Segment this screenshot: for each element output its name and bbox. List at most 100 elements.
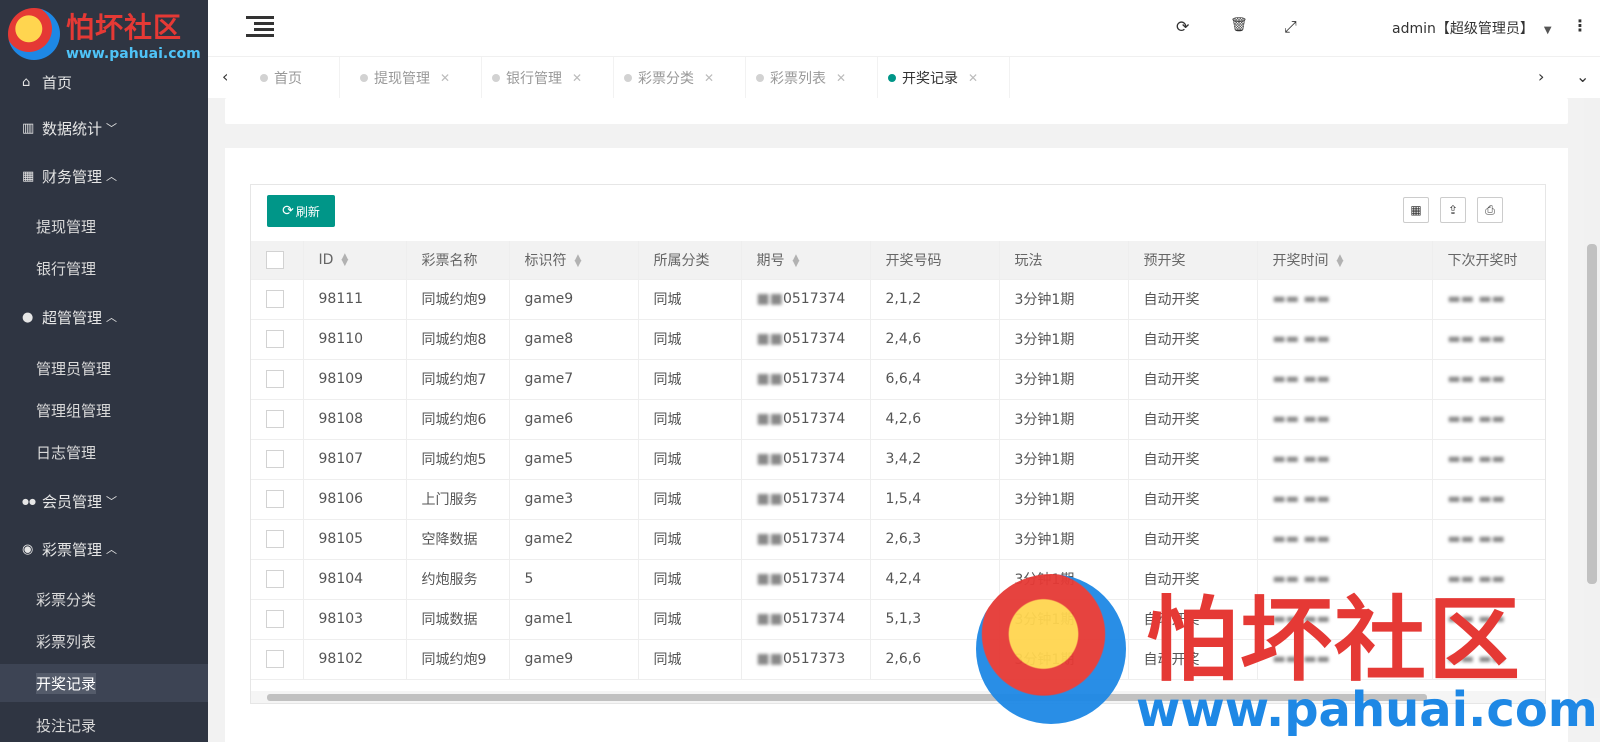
table-row[interactable]: 98106 上门服务 game3 同城 ■■0517374 1,5,4 3分钟1期 自动开奖 ▬… [251,479,1545,520]
close-icon[interactable]: ✕ [704,71,714,85]
column-header[interactable]: 开奖时间 ▲ ▼ [1257,241,1433,280]
sidebar-item-label: 管理组管理 [36,401,112,420]
close-icon[interactable]: ✕ [440,71,450,85]
sidebar-item-bet-records[interactable]: 投注记录 [0,706,208,742]
row-checkbox[interactable] [266,330,284,348]
sidebar-item-lottery[interactable]: ◉ 彩票管理 ︿ [0,529,208,569]
sidebar-item-label: 开奖记录 [36,672,97,694]
tab-lottery-list[interactable]: 彩票列表 ✕ [756,57,878,99]
table-cell: game2 [509,519,639,560]
table-cell: 自动开奖 [1128,279,1258,320]
tab-label: 彩票列表 [770,71,826,87]
sort-icon[interactable]: ▲ ▼ [793,253,800,268]
row-checkbox[interactable] [266,610,284,628]
sidebar-item-admin-groups[interactable]: 管理组管理 [0,391,208,429]
row-select-cell [251,319,304,360]
row-checkbox[interactable] [266,530,284,548]
sidebar-item-lottery-list[interactable]: 彩票列表 [0,622,208,660]
select-all-cell [251,241,304,280]
sidebar-item-withdraw[interactable]: 提现管理 [0,207,208,245]
fullscreen-icon[interactable]: ⤢ [1284,17,1297,37]
row-select-cell [251,599,304,640]
tab-draw-records[interactable]: 开奖记录 ✕ [888,57,1010,99]
table-row[interactable]: 98107 同城约炮5 game5 同城 ■■0517374 3,4,2 3分钟1期 自动开奖… [251,439,1545,480]
table-cell: 98103 [303,599,407,640]
tab-bank[interactable]: 银行管理 ✕ [492,57,614,99]
sort-icon[interactable]: ▲ ▼ [341,252,348,267]
table-row[interactable]: 98111 同城约炮9 game9 同城 ■■0517374 2,1,2 3分钟1期 自动开奖… [251,279,1545,320]
redacted-cell: ▬▬ ▬▬ [1257,479,1433,520]
sort-icon[interactable]: ▲ ▼ [575,253,582,268]
table-cell: 自动开奖 [1128,319,1258,360]
sidebar-item-finance[interactable]: ▦ 财务管理 ︿ [0,156,208,196]
export-icon[interactable]: ⇪ [1440,197,1466,223]
logo[interactable]: 怕坏社区 www.pahuai.com [0,0,208,70]
column-header[interactable]: 标识符 ▲ ▼ [509,241,639,280]
redacted-time: ▬▬ ▬▬ [1272,371,1330,387]
sidebar-item-logs[interactable]: 日志管理 [0,433,208,471]
watermark-url: www.pahuai.com [1136,682,1598,738]
print-icon[interactable]: ⎙ [1477,197,1503,223]
table-cell: 同城 [638,639,742,680]
table-row[interactable]: 98110 同城约炮8 game8 同城 ■■0517374 2,4,6 3分钟1期 自动开奖… [251,319,1545,360]
close-icon[interactable]: ✕ [572,71,582,85]
table-cell: 1,5,4 [870,479,1000,520]
sidebar-item-stats[interactable]: ▥ 数据统计 ﹀ [0,108,208,148]
table-cell: 3,4,2 [870,439,1000,480]
redacted-time: ▬▬ ▬▬ [1272,411,1330,427]
trash-icon[interactable]: 🗑 [1230,17,1248,33]
tab-home[interactable]: 首页 [260,57,340,99]
table-toolbar: ⟳ 刷新 ▦ ⇪ ⎙ [251,185,1545,241]
sidebar-toggle-icon[interactable] [246,16,274,38]
table-row[interactable]: 98109 同城约炮7 game7 同城 ■■0517374 6,6,4 3分钟1期 自动开奖… [251,359,1545,400]
row-checkbox[interactable] [266,650,284,668]
sidebar-item-label: 日志管理 [36,443,97,462]
table-row[interactable]: 98108 同城约炮6 game6 同城 ■■0517374 4,2,6 3分钟1期 自动开奖… [251,399,1545,440]
tab-scroll-left-icon[interactable]: ‹ [222,67,228,86]
tab-dot-icon [624,74,632,82]
sidebar-item-admins[interactable]: 管理员管理 [0,349,208,387]
sort-icon[interactable]: ▲ ▼ [1337,253,1344,268]
table-cell: 同城 [638,439,742,480]
table-cell: 同城约炮5 [406,439,510,480]
column-header[interactable]: ID ▲ ▼ [303,241,407,280]
row-checkbox[interactable] [266,490,284,508]
sidebar-item-home[interactable]: ⌂ 首页 [0,62,208,102]
close-icon[interactable]: ✕ [836,71,846,85]
logo-url: www.pahuai.com [66,46,201,62]
refresh-icon: ⟳ [282,203,294,219]
table-cell: ■■0517374 [741,359,871,400]
sidebar-item-bank[interactable]: 银行管理 [0,249,208,287]
row-checkbox[interactable] [266,290,284,308]
tab-scroll-right-icon[interactable]: › [1538,67,1544,86]
select-all-checkbox[interactable] [266,250,284,269]
tab-menu-chevron-icon[interactable]: ⌄ [1576,67,1589,86]
tab-withdraw[interactable]: 提现管理 ✕ [360,57,482,99]
column-header[interactable]: 期号 ▲ ▼ [741,241,871,280]
columns-icon[interactable]: ▦ [1403,197,1429,223]
refresh-button[interactable]: ⟳ 刷新 [267,195,335,227]
redacted-time: ▬▬ ▬▬ [1447,331,1505,347]
scrollbar-thumb[interactable] [1587,244,1597,584]
logo-title: 怕坏社区 [66,11,183,44]
table-cell: 同城 [638,599,742,640]
redacted-cell: ▬▬ ▬▬ [1432,479,1545,520]
refresh-icon[interactable]: ⟳ [1176,17,1189,36]
table-row[interactable]: 98105 空降数据 game2 同城 ■■0517374 2,6,3 3分钟1期 自动开奖 ▬… [251,519,1545,560]
sidebar-item-lottery-category[interactable]: 彩票分类 [0,580,208,618]
redacted-time: ▬▬ ▬▬ [1272,331,1330,347]
sidebar-item-members[interactable]: ●● 会员管理 ﹀ [0,481,208,521]
bar-chart-icon: ▥ [22,120,35,136]
sidebar-item-superadmin[interactable]: ● 超管管理 ︿ [0,297,208,337]
sidebar-item-draw-records[interactable]: 开奖记录 [0,664,208,702]
tab-lottery-category[interactable]: 彩票分类 ✕ [624,57,746,99]
row-checkbox[interactable] [266,370,284,388]
row-checkbox[interactable] [266,450,284,468]
row-checkbox[interactable] [266,410,284,428]
more-icon[interactable]: ⋮ [1572,16,1588,35]
redacted-prefix: ■■ [756,651,783,667]
sidebar-item-label: 会员管理 [42,492,103,511]
row-checkbox[interactable] [266,570,284,588]
close-icon[interactable]: ✕ [968,71,978,85]
user-menu[interactable]: admin【超级管理员】 ▼ [1392,18,1552,38]
